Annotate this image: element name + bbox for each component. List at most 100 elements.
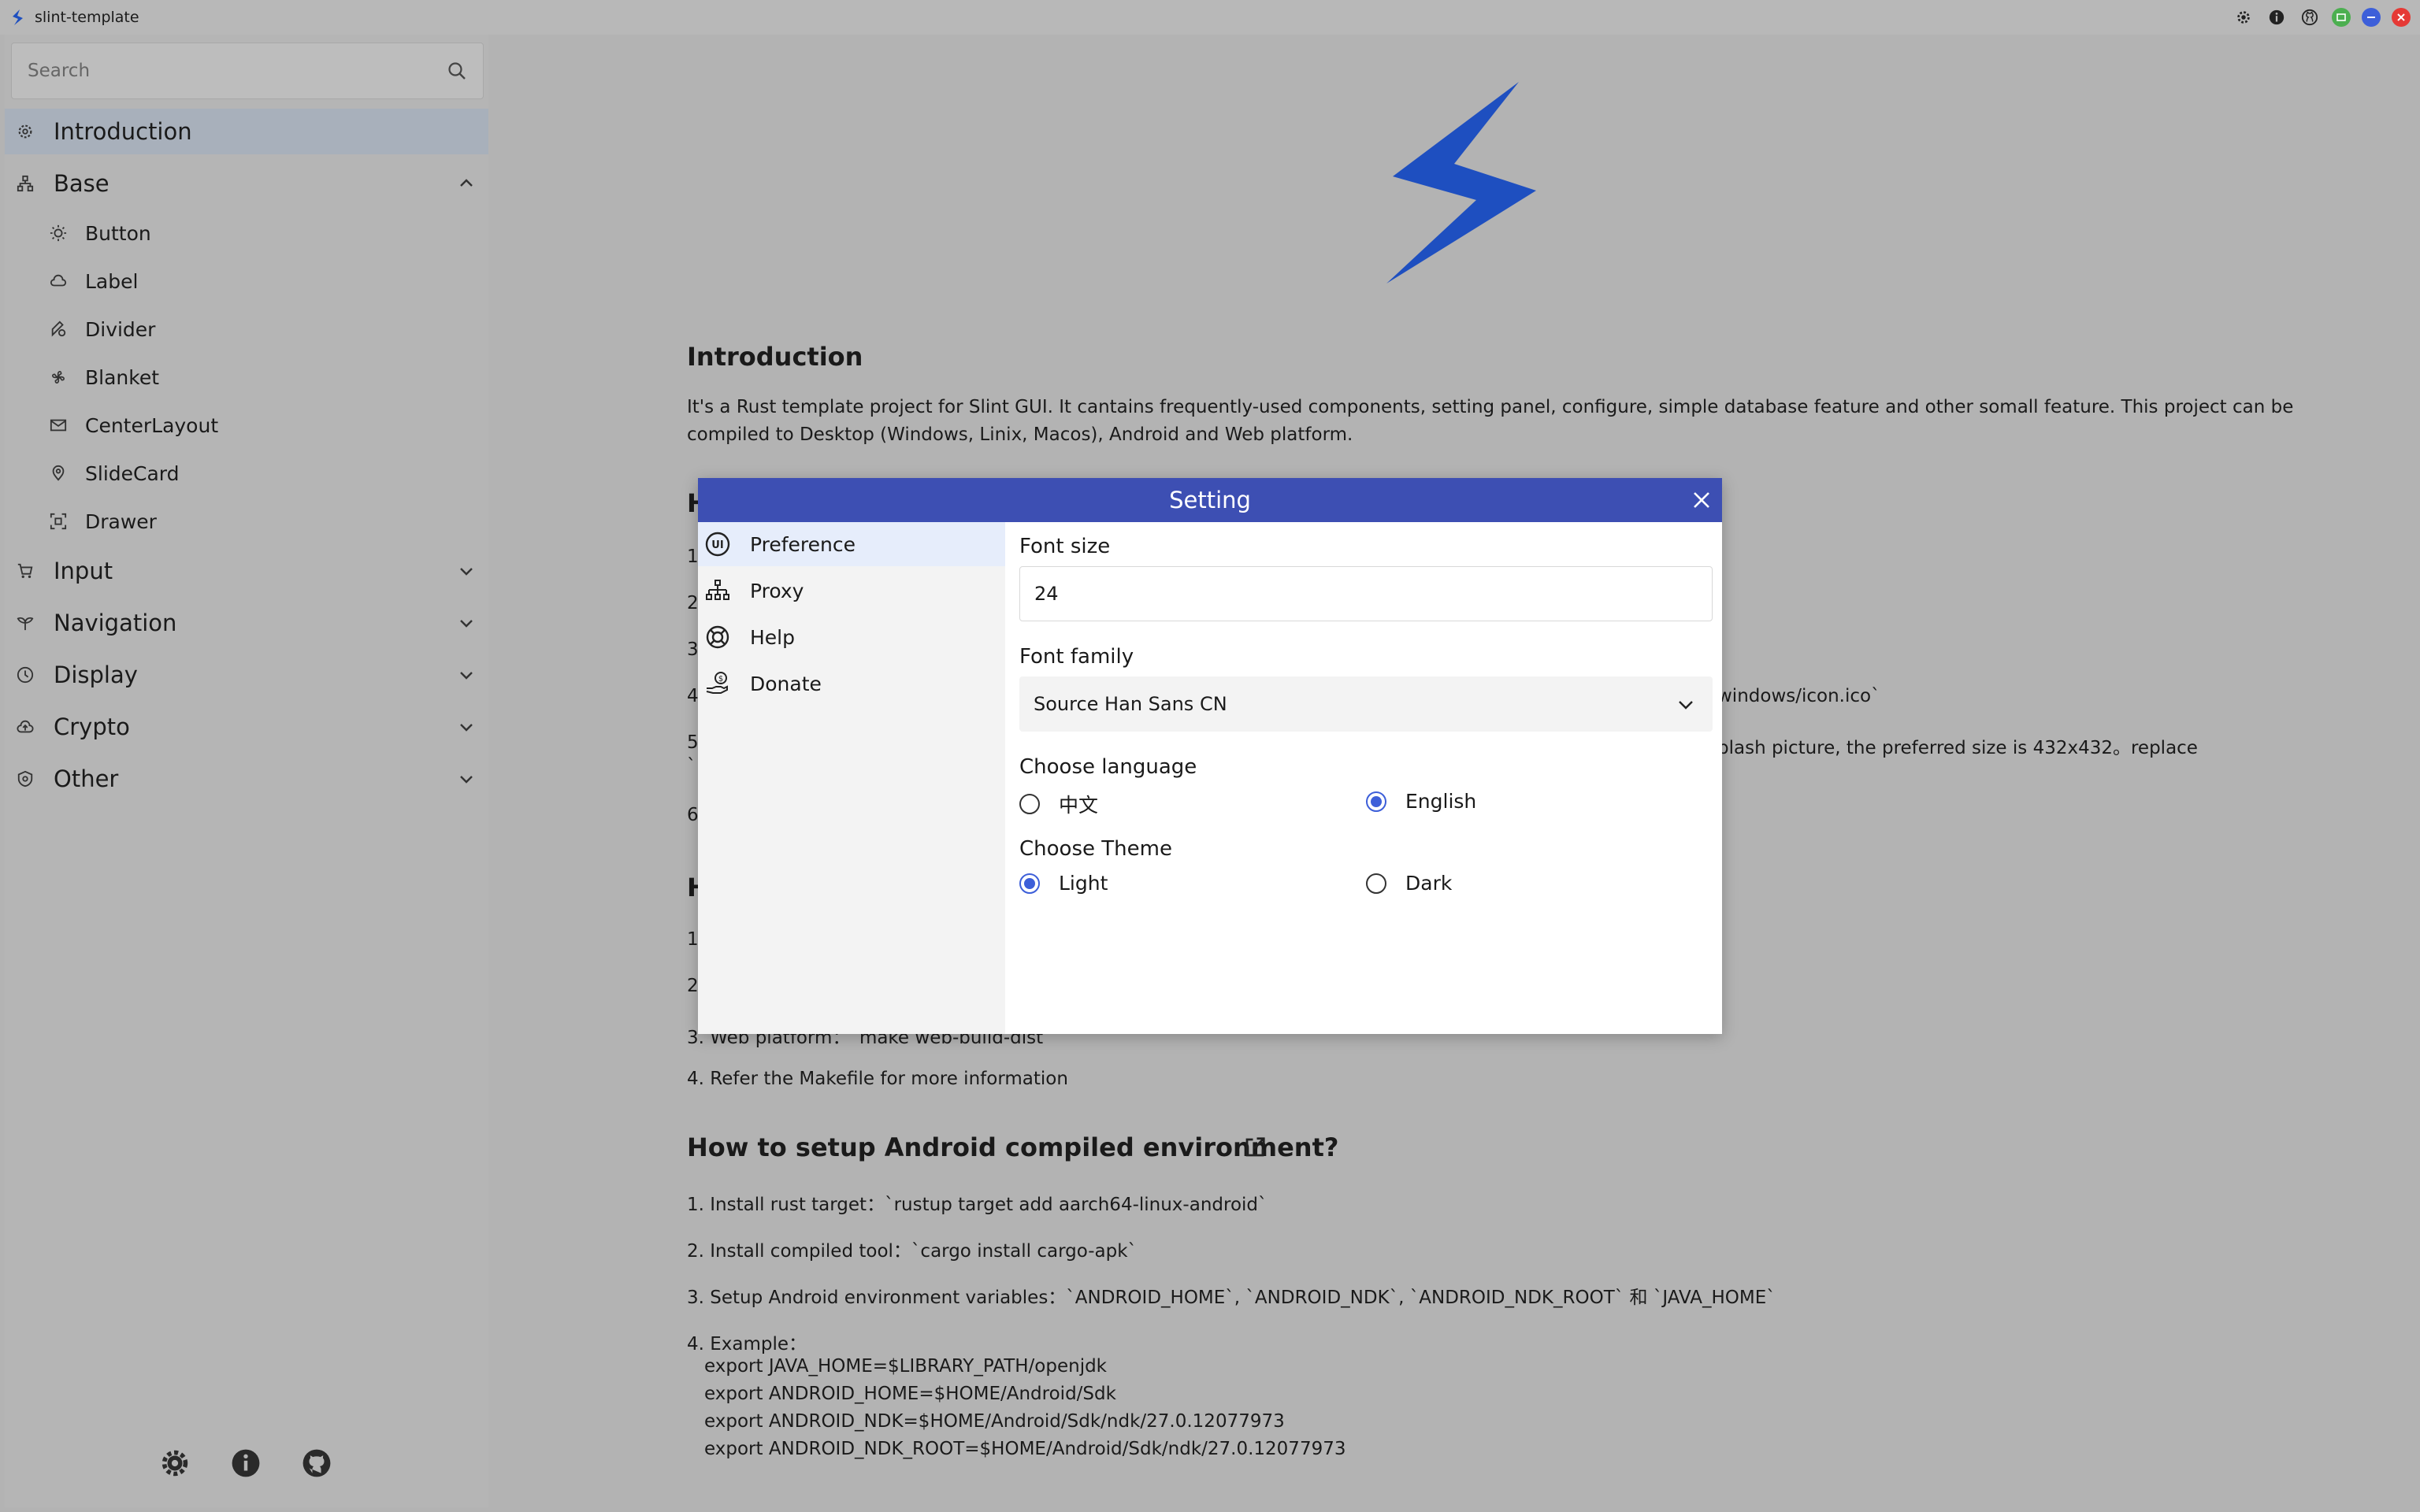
sidebar-item-drawer[interactable]: Drawer bbox=[5, 499, 488, 543]
sidebar-item-crypto[interactable]: Crypto bbox=[5, 704, 488, 750]
dialog-nav: UI Preference Proxy Help $ Donate bbox=[698, 522, 1005, 1034]
sidebar-item-label: Drawer bbox=[85, 510, 157, 533]
dialog-title: Setting bbox=[1169, 487, 1251, 513]
dialog-nav-proxy[interactable]: Proxy bbox=[698, 569, 1005, 613]
radio-language-chinese[interactable]: 中文 bbox=[1019, 790, 1098, 818]
sidebar-footer bbox=[5, 1440, 488, 1487]
sidebar-item-centerlayout[interactable]: CenterLayout bbox=[5, 403, 488, 447]
radio-circle bbox=[1366, 791, 1386, 812]
list-item: 2. Install compiled tool：`cargo install … bbox=[687, 1241, 1138, 1262]
radio-circle bbox=[1019, 873, 1040, 894]
maximize-icon[interactable] bbox=[2332, 8, 2351, 27]
list-item: 6 bbox=[687, 805, 699, 825]
donate-icon: $ bbox=[704, 670, 731, 697]
sidebar-item-navigation[interactable]: Navigation bbox=[5, 600, 488, 646]
search-box bbox=[11, 43, 484, 99]
list-item-tail: plash picture, the preferred size is 432… bbox=[1717, 738, 2198, 758]
sidebar-item-divider[interactable]: Divider bbox=[5, 307, 488, 351]
radio-label: Light bbox=[1059, 872, 1108, 895]
list-item: 4. Example： bbox=[687, 1334, 807, 1354]
network-icon bbox=[704, 577, 731, 604]
cloud-upload-icon bbox=[16, 717, 35, 736]
cloud-icon bbox=[49, 272, 68, 291]
sidebar: Introduction Base Button Label Divider B… bbox=[5, 35, 488, 1507]
dialog-nav-preference[interactable]: UI Preference bbox=[698, 522, 1005, 566]
lifebuoy-icon bbox=[704, 624, 731, 650]
radio-label: 中文 bbox=[1059, 794, 1099, 817]
svg-text:UI: UI bbox=[711, 539, 723, 551]
chevron-down-icon bbox=[460, 672, 473, 680]
minimize-icon[interactable] bbox=[2362, 8, 2381, 27]
sidebar-item-label-component[interactable]: Label bbox=[5, 259, 488, 303]
chevron-down-icon bbox=[460, 568, 473, 576]
list-item: 3. Setup Android environment variables：`… bbox=[687, 1288, 1776, 1308]
github-icon[interactable] bbox=[2299, 6, 2321, 28]
search-icon[interactable] bbox=[447, 61, 467, 81]
sidebar-item-button[interactable]: Button bbox=[5, 211, 488, 255]
code-line: export ANDROID_NDK=$HOME/Android/Sdk/ndk… bbox=[704, 1411, 1285, 1432]
chevron-down-icon bbox=[1679, 701, 1693, 710]
search-input[interactable] bbox=[12, 43, 437, 98]
code-line: export ANDROID_NDK_ROOT=$HOME/Android/Sd… bbox=[704, 1439, 1346, 1459]
info-icon[interactable] bbox=[2266, 6, 2288, 28]
font-family-value: Source Han Sans CN bbox=[1034, 693, 1227, 715]
dialog-nav-label: Donate bbox=[750, 672, 822, 695]
dialog-nav-help[interactable]: Help bbox=[698, 615, 1005, 659]
close-icon[interactable] bbox=[2392, 8, 2411, 27]
sidebar-item-other[interactable]: Other bbox=[5, 756, 488, 802]
sidebar-item-label: Navigation bbox=[54, 610, 177, 636]
setting-dialog: Setting UI Preference Proxy Help $ Donat… bbox=[698, 478, 1722, 1034]
sidebar-item-input[interactable]: Input bbox=[5, 548, 488, 594]
gear-icon[interactable] bbox=[2233, 6, 2255, 28]
font-family-label: Font family bbox=[1019, 645, 1134, 669]
scan-icon bbox=[49, 512, 68, 531]
sidebar-item-base[interactable]: Base bbox=[5, 161, 488, 206]
sidebar-item-blanket[interactable]: Blanket bbox=[5, 355, 488, 399]
radio-theme-light[interactable]: Light bbox=[1019, 872, 1108, 895]
code-line: export JAVA_HOME=$LIBRARY_PATH/openjdk bbox=[704, 1356, 1107, 1377]
shield-icon bbox=[16, 769, 35, 788]
font-family-select[interactable]: Source Han Sans CN bbox=[1019, 676, 1713, 732]
pin-icon bbox=[49, 464, 68, 483]
sidebar-item-label: Input bbox=[54, 558, 113, 584]
theme-label: Choose Theme bbox=[1019, 837, 1172, 861]
radio-circle bbox=[1366, 873, 1386, 894]
list-item: 1 bbox=[687, 929, 699, 950]
radio-language-english[interactable]: English bbox=[1366, 790, 1476, 813]
sidebar-item-label: Button bbox=[85, 221, 151, 245]
chevron-down-icon bbox=[460, 620, 473, 628]
list-item-tail: windows/icon.ico` bbox=[1717, 686, 1880, 706]
plant-icon bbox=[16, 613, 35, 632]
sidebar-item-introduction[interactable]: Introduction bbox=[5, 109, 488, 154]
list-item: 1 bbox=[687, 547, 699, 567]
font-size-field[interactable] bbox=[1019, 566, 1713, 621]
dialog-body: Font size Font family Source Han Sans CN… bbox=[1005, 522, 1722, 1034]
font-size-label: Font size bbox=[1019, 535, 1111, 558]
sidebar-item-label: SlideCard bbox=[85, 461, 180, 485]
close-icon[interactable] bbox=[1691, 489, 1713, 511]
settings-icon[interactable] bbox=[159, 1447, 191, 1479]
info-icon[interactable] bbox=[230, 1447, 262, 1479]
dialog-nav-donate[interactable]: $ Donate bbox=[698, 662, 1005, 706]
dialog-nav-label: Preference bbox=[750, 532, 856, 556]
github-icon[interactable] bbox=[301, 1447, 332, 1479]
sidebar-item-label: Blanket bbox=[85, 365, 160, 389]
dialog-nav-label: Help bbox=[750, 625, 795, 649]
sidebar-item-label: Divider bbox=[85, 317, 156, 341]
svg-text:$: $ bbox=[718, 675, 723, 684]
slint-logo-icon bbox=[13, 9, 23, 25]
intro-heading: Introduction bbox=[687, 342, 863, 372]
radio-theme-dark[interactable]: Dark bbox=[1366, 872, 1452, 895]
sidebar-item-slidecard[interactable]: SlideCard bbox=[5, 451, 488, 495]
sidebar-item-label: Label bbox=[85, 269, 139, 293]
tree-icon bbox=[16, 174, 35, 193]
chevron-down-icon bbox=[460, 776, 473, 784]
radio-circle bbox=[1019, 794, 1040, 814]
sidebar-item-label: Display bbox=[54, 662, 138, 688]
ui-icon: UI bbox=[704, 531, 731, 558]
list-item: ` bbox=[687, 756, 696, 776]
sidebar-item-display[interactable]: Display bbox=[5, 652, 488, 698]
external-link-icon[interactable] bbox=[1243, 1136, 1267, 1159]
list-item: 5 bbox=[687, 732, 699, 753]
intro-text: It's a Rust template project for Slint G… bbox=[687, 397, 2294, 445]
